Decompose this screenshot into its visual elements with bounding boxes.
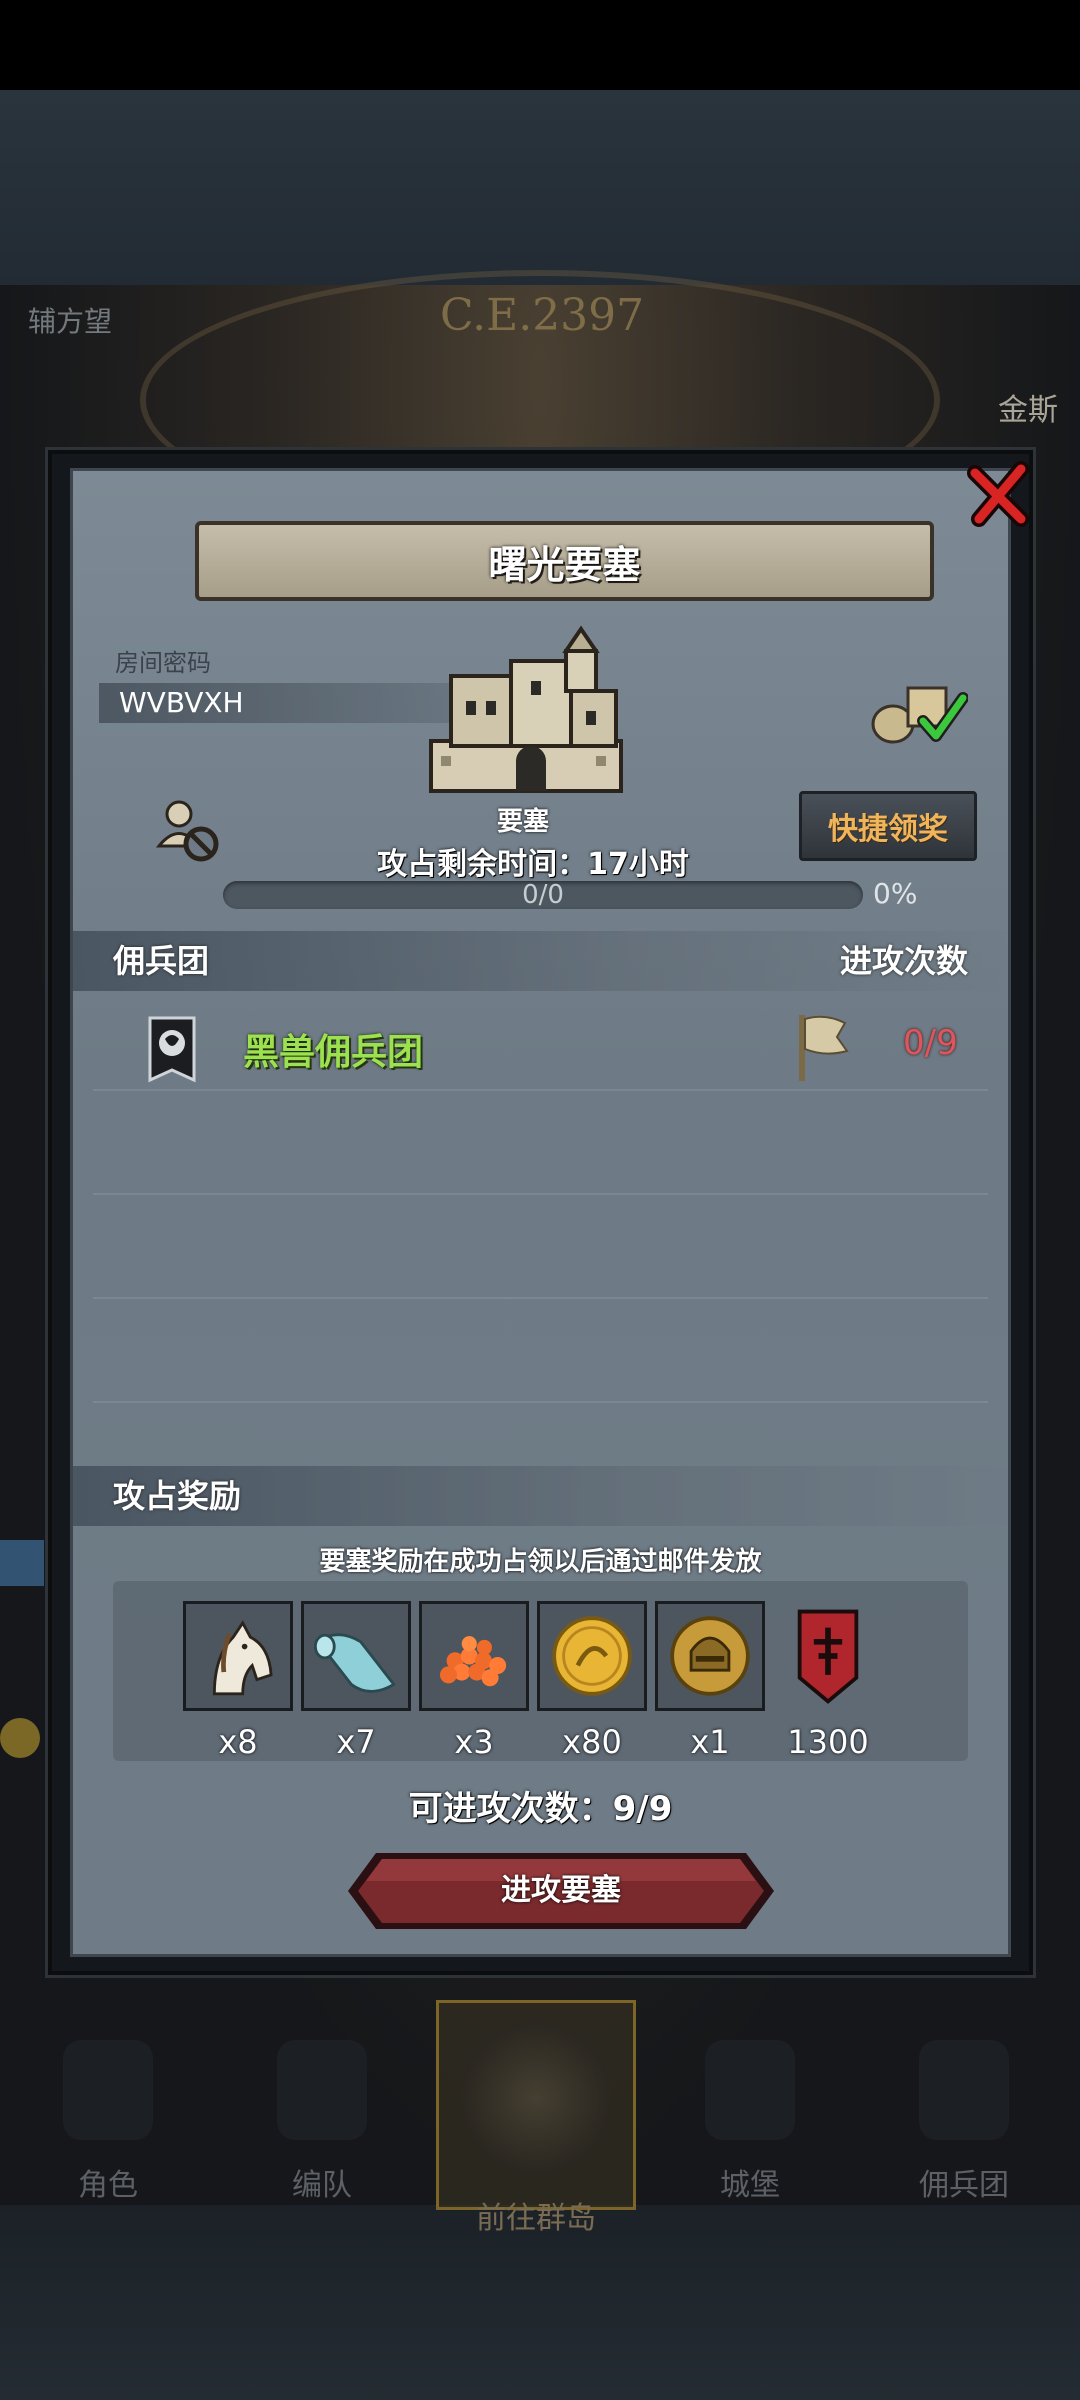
close-button[interactable]: [960, 454, 1040, 534]
attack-button-label: 进攻要塞: [501, 1873, 621, 1908]
nav-item-islands[interactable]: 前往群岛: [436, 2000, 636, 2236]
nav-label: 城堡: [720, 2168, 780, 2203]
occupation-time-left: 攻占剩余时间：17小时: [377, 847, 689, 882]
castle-icon: [705, 2040, 795, 2140]
no-people-icon: [155, 800, 219, 862]
reward-item-helmet[interactable]: x1: [655, 1601, 765, 1761]
formation-icon: [277, 2040, 367, 2140]
nav-label: 编队: [292, 2168, 352, 2203]
fortress-name: 要塞: [496, 807, 549, 837]
mercenary-attack-count: 0/9: [903, 1023, 958, 1063]
mercenary-row[interactable]: 黑兽佣兵团 0/9: [93, 1001, 988, 1091]
gold-coin-icon: [537, 1601, 647, 1711]
nav-item-mercenaries[interactable]: 佣兵团: [864, 2000, 1064, 2210]
cloth-roll-icon: [301, 1601, 411, 1711]
room-code-label: 房间密码: [115, 649, 211, 677]
claimed-rewards-icon[interactable]: [868, 676, 968, 746]
mercenary-icon: [919, 2040, 1009, 2140]
reward-item-banner[interactable]: 1300: [773, 1601, 883, 1761]
attack-fortress-button[interactable]: 进攻要塞: [346, 1851, 776, 1931]
reward-item-horse[interactable]: x8: [183, 1601, 293, 1761]
nav-label: 佣兵团: [919, 2168, 1009, 2203]
status-bar: [0, 0, 1080, 90]
reward-qty: x3: [454, 1723, 494, 1761]
nav-item-formation[interactable]: 编队: [222, 2000, 422, 2210]
dialog-body: 曙光要塞 房间密码 WVBVXH 要塞 快捷领奖 攻占剩余时间：17小时 0/0…: [70, 468, 1011, 1957]
nav-label: 前往群岛: [476, 2201, 596, 2236]
nav-label: 角色: [78, 2168, 138, 2203]
bottom-nav: 角色 编队 前往群岛 城堡 佣兵团: [0, 2000, 1080, 2236]
quick-claim-button[interactable]: 快捷领奖: [799, 791, 977, 861]
reward-qty: x7: [336, 1723, 376, 1761]
background-top: [0, 90, 1080, 285]
side-coin-icon: [0, 1718, 40, 1758]
flag-icon: [799, 1015, 849, 1081]
dialog-title: 曙光要塞: [195, 521, 934, 601]
attacks-remaining: 可进攻次数：9/9: [408, 1789, 673, 1829]
red-banner-icon: [797, 1609, 859, 1704]
empty-row-divider: [93, 1401, 988, 1403]
mercenary-section-header: 佣兵团 进攻次数: [73, 931, 1008, 991]
attacks-header-label: 进攻次数: [839, 942, 968, 980]
reward-qty: x1: [690, 1723, 730, 1761]
close-icon: [967, 461, 1029, 527]
reward-qty: x80: [562, 1723, 622, 1761]
nav-item-castle[interactable]: 城堡: [650, 2000, 850, 2210]
background-label-right: 金斯: [998, 393, 1058, 428]
compass-icon: [461, 2023, 611, 2173]
background-label-left: 辅方望: [28, 305, 113, 338]
side-button-icon: [0, 1540, 44, 1586]
reward-section-header: 攻占奖励: [73, 1466, 1008, 1526]
mercenary-emblem-icon: [148, 1016, 196, 1083]
mercenary-header-label: 佣兵团: [113, 942, 210, 980]
fortress-icon: [429, 625, 623, 793]
reward-item-gold[interactable]: x80: [537, 1601, 647, 1761]
reward-item-berries[interactable]: x3: [419, 1601, 529, 1761]
reward-note: 要塞奖励在成功占领以后通过邮件发放: [319, 1547, 762, 1577]
progress-text: 0/0: [522, 880, 564, 910]
horse-icon: [183, 1601, 293, 1711]
reward-header-label: 攻占奖励: [113, 1477, 242, 1515]
mercenary-name: 黑兽佣兵团: [243, 1032, 424, 1073]
nav-item-character[interactable]: 角色: [8, 2000, 208, 2210]
reward-list: x8 x7 x3 x80 x1 1300: [113, 1581, 968, 1761]
reward-item-cloth[interactable]: x7: [301, 1601, 411, 1761]
empty-row-divider: [93, 1297, 988, 1299]
helmet-medal-icon: [655, 1601, 765, 1711]
character-icon: [63, 2040, 153, 2140]
reward-qty: x8: [218, 1723, 258, 1761]
occupation-progress-bar: 0/0: [223, 881, 863, 909]
progress-percent: 0%: [873, 877, 918, 910]
berries-icon: [419, 1601, 529, 1711]
fortress-dialog: 曙光要塞 房间密码 WVBVXH 要塞 快捷领奖 攻占剩余时间：17小时 0/0…: [48, 450, 1033, 1975]
reward-qty: 1300: [787, 1723, 869, 1761]
empty-row-divider: [93, 1193, 988, 1195]
era-label: C.E.2397: [440, 290, 645, 341]
